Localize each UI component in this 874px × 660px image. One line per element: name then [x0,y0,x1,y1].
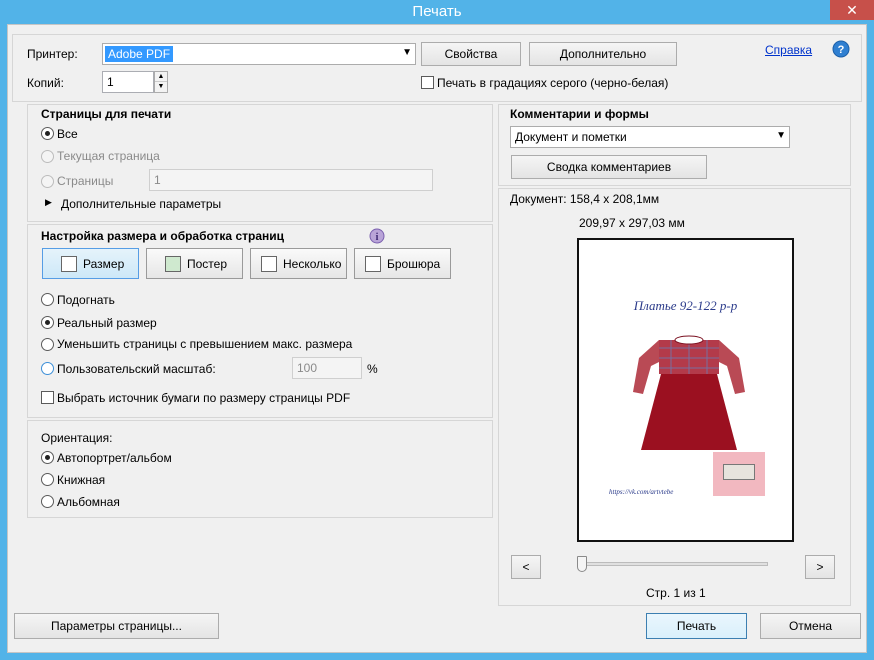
properties-button[interactable]: Свойства [421,42,521,66]
orientation-auto-radio[interactable] [41,451,54,464]
document-size: Документ: 158,4 x 208,1мм [510,192,660,206]
tab-booklet[interactable]: Брошюра [354,248,451,279]
window-title: Печать [412,3,462,20]
tab-size[interactable]: Размер [42,248,139,279]
pages-range-label: Страницы [57,174,114,188]
page-preview: Платье 92-122 р-р https://vk.com/artvteb… [577,238,794,542]
comments-heading: Комментарии и формы [510,107,649,121]
stepper-down-icon[interactable]: ▼ [155,82,167,92]
more-options-link[interactable]: Дополнительные параметры [61,197,221,211]
comments-summary-button[interactable]: Сводка комментариев [511,155,707,179]
percent-label: % [367,362,378,376]
tab-poster-label: Постер [187,257,228,271]
custom-scale-radio[interactable] [41,362,54,375]
page-counter: Стр. 1 из 1 [646,586,706,600]
booklet-icon [365,256,381,272]
copies-stepper[interactable]: ▲ ▼ [154,71,168,93]
paper-source-label: Выбрать источник бумаги по размеру стран… [57,391,351,405]
actual-size-label: Реальный размер [57,316,157,330]
orientation-landscape-radio[interactable] [41,495,54,508]
help-icon[interactable]: ? [832,40,850,58]
page-slider-thumb[interactable] [577,556,587,572]
pages-current-radio[interactable] [41,150,54,163]
tab-poster[interactable]: Постер [146,248,243,279]
tab-booklet-label: Брошюра [387,257,441,271]
info-icon[interactable]: i [369,228,385,244]
shrink-radio[interactable] [41,338,54,351]
stepper-up-icon[interactable]: ▲ [155,72,167,82]
comments-selected-value: Документ и пометки [515,130,627,144]
next-page-button[interactable]: > [805,555,835,579]
grayscale-checkbox[interactable] [421,76,434,89]
sizing-heading: Настройка размера и обработка страниц [41,229,284,243]
preview-url: https://vk.com/artvtebe [609,488,674,496]
printer-label: Принтер: [27,47,78,61]
multiple-icon [261,256,277,272]
expand-triangle-icon[interactable]: ▶ [45,197,52,208]
svg-text:?: ? [838,44,845,56]
actual-size-radio[interactable] [41,316,54,329]
close-icon: ✕ [846,2,858,18]
orientation-portrait-radio[interactable] [41,473,54,486]
fit-label: Подогнать [57,293,115,307]
sewing-machine-image [713,452,765,496]
custom-scale-field[interactable]: 100 [292,357,362,379]
size-icon [61,256,77,272]
tab-size-label: Размер [83,257,125,271]
orientation-auto-label: Автопортрет/альбом [57,451,172,465]
pages-all-radio[interactable] [41,127,54,140]
copies-field[interactable]: 1 [102,71,154,93]
svg-text:i: i [376,232,379,243]
advanced-button[interactable]: Дополнительно [529,42,677,66]
prev-page-button[interactable]: < [511,555,541,579]
pages-range-field[interactable]: 1 [149,169,433,191]
printer-select[interactable]: Adobe PDF ▼ [102,43,416,65]
help-link[interactable]: Справка [765,43,812,57]
comments-select[interactable]: Документ и пометки ▼ [510,126,790,148]
print-button[interactable]: Печать [646,613,747,639]
pages-all-label: Все [57,127,78,141]
custom-scale-label: Пользовательский масштаб: [57,362,216,376]
cancel-button[interactable]: Отмена [760,613,861,639]
tab-multiple[interactable]: Несколько [250,248,347,279]
close-button[interactable]: ✕ [830,0,874,20]
paper-source-checkbox[interactable] [41,391,54,404]
dress-illustration [633,335,745,450]
poster-icon [165,256,181,272]
orientation-heading: Ориентация: [41,431,113,445]
pages-heading: Страницы для печати [41,107,172,121]
fit-radio[interactable] [41,293,54,306]
paper-size: 209,97 x 297,03 мм [579,216,685,230]
page-slider-track[interactable] [578,562,768,566]
pages-range-radio[interactable] [41,175,54,188]
orientation-landscape-label: Альбомная [57,495,120,509]
preview-page-title: Платье 92-122 р-р [633,298,738,313]
shrink-label: Уменьшить страницы с превышением макс. р… [57,337,353,351]
pages-current-label: Текущая страница [57,149,160,163]
copies-label: Копий: [27,76,64,90]
orientation-portrait-label: Книжная [57,473,106,487]
printer-selected-value: Adobe PDF [105,46,174,62]
grayscale-label: Печать в градациях серого (черно-белая) [437,76,669,90]
page-setup-button[interactable]: Параметры страницы... [14,613,219,639]
chevron-down-icon: ▼ [776,130,786,141]
chevron-down-icon: ▼ [402,47,412,58]
tab-multiple-label: Несколько [283,257,342,271]
